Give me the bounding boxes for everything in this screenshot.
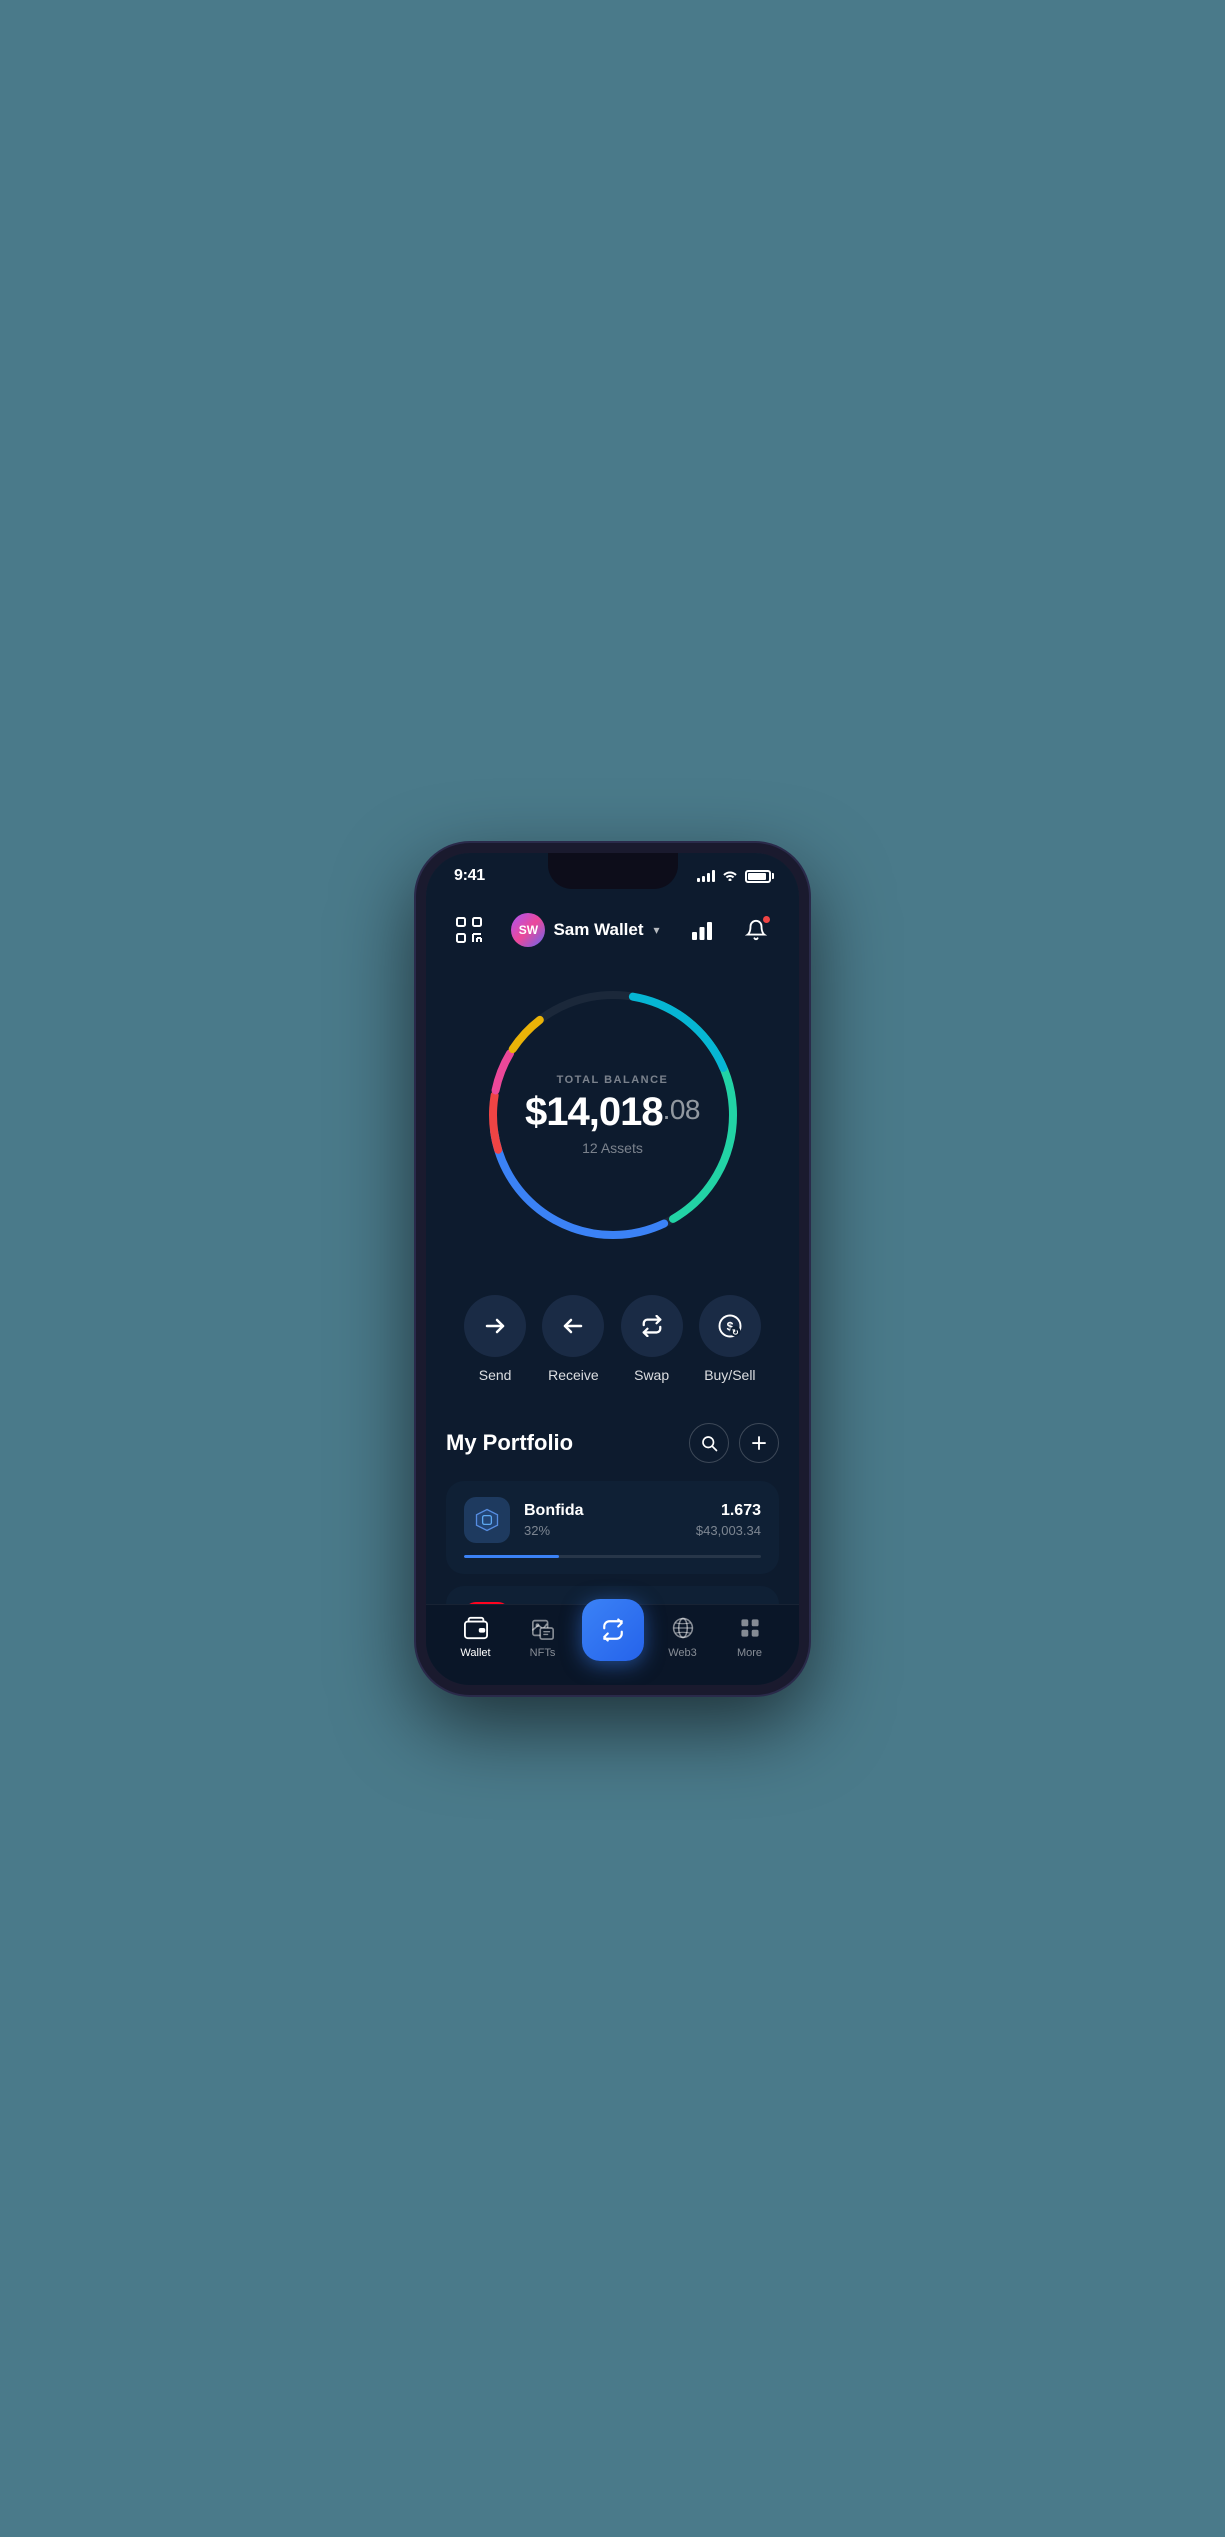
balance-section: TOTAL BALANCE $14,018 .08 12 Assets (426, 965, 799, 1285)
balance-display: TOTAL BALANCE $14,018 .08 12 Assets (525, 1074, 700, 1156)
user-menu-button[interactable]: SW Sam Wallet ▾ (511, 913, 659, 947)
chevron-down-icon: ▾ (654, 923, 660, 937)
buysell-button[interactable]: $ ↻ Buy/Sell (699, 1295, 761, 1383)
send-label: Send (479, 1367, 512, 1383)
buysell-icon-circle: $ ↻ (699, 1295, 761, 1357)
send-icon-circle (464, 1295, 526, 1357)
receive-label: Receive (548, 1367, 599, 1383)
swap-button[interactable]: Swap (621, 1295, 683, 1383)
portfolio-add-button[interactable] (739, 1423, 779, 1463)
wifi-icon (722, 869, 738, 884)
balance-cents: .08 (663, 1096, 700, 1124)
portfolio-header: My Portfolio (446, 1423, 779, 1463)
bonfida-name: Bonfida (524, 1502, 682, 1520)
nav-item-nfts[interactable]: NFTs (515, 1614, 571, 1659)
bottom-nav: Wallet NFTs (426, 1604, 799, 1685)
bonfida-usd: $43,003.34 (696, 1523, 761, 1538)
nfts-icon (529, 1614, 557, 1642)
swap-icon-circle (621, 1295, 683, 1357)
nav-item-wallet[interactable]: Wallet (448, 1614, 504, 1659)
web3-icon (669, 1614, 697, 1642)
scanner-button[interactable] (450, 911, 488, 949)
send-button[interactable]: Send (464, 1295, 526, 1383)
portfolio-actions (689, 1423, 779, 1463)
phone-frame: 9:41 (416, 843, 809, 1695)
status-icons (697, 867, 771, 884)
wallet-icon (462, 1614, 490, 1642)
bonfida-logo (464, 1497, 510, 1543)
balance-main: $14,018 (525, 1092, 663, 1132)
notch (548, 853, 678, 889)
more-nav-label: More (737, 1647, 762, 1659)
receive-button[interactable]: Receive (542, 1295, 604, 1383)
actions-section: Send Receive (426, 1285, 799, 1413)
center-swap-button[interactable] (582, 1599, 644, 1661)
asset-card-bonfida[interactable]: Bonfida 32% 1.673 $43,003.34 (446, 1481, 779, 1574)
svg-text:↻: ↻ (732, 1327, 739, 1336)
balance-ring: TOTAL BALANCE $14,018 .08 12 Assets (473, 975, 753, 1255)
signal-icon (697, 870, 715, 882)
nfts-nav-label: NFTs (530, 1647, 556, 1659)
chart-button[interactable] (683, 911, 721, 949)
web3-nav-label: Web3 (668, 1647, 697, 1659)
portfolio-title: My Portfolio (446, 1430, 573, 1456)
portfolio-search-button[interactable] (689, 1423, 729, 1463)
center-swap-icon (599, 1616, 627, 1644)
nav-item-web3[interactable]: Web3 (655, 1614, 711, 1659)
nav-right-icons (683, 911, 775, 949)
nav-item-more[interactable]: More (722, 1614, 778, 1659)
status-time: 9:41 (454, 867, 485, 885)
balance-assets: 12 Assets (525, 1140, 700, 1156)
balance-label: TOTAL BALANCE (525, 1074, 700, 1086)
buysell-label: Buy/Sell (704, 1367, 755, 1383)
bonfida-progress (464, 1555, 761, 1558)
wallet-nav-label: Wallet (460, 1647, 490, 1659)
notification-badge (762, 915, 771, 924)
bonfida-amount: 1.673 (696, 1502, 761, 1520)
swap-label: Swap (634, 1367, 669, 1383)
main-content: 9:41 (426, 853, 799, 1685)
notification-button[interactable] (737, 911, 775, 949)
receive-icon-circle (542, 1295, 604, 1357)
battery-icon (745, 870, 771, 883)
balance-amount: $14,018 .08 (525, 1092, 700, 1132)
more-icon (736, 1614, 764, 1642)
user-name: Sam Wallet (553, 920, 643, 940)
avatar: SW (511, 913, 545, 947)
bonfida-pct: 32% (524, 1523, 682, 1538)
